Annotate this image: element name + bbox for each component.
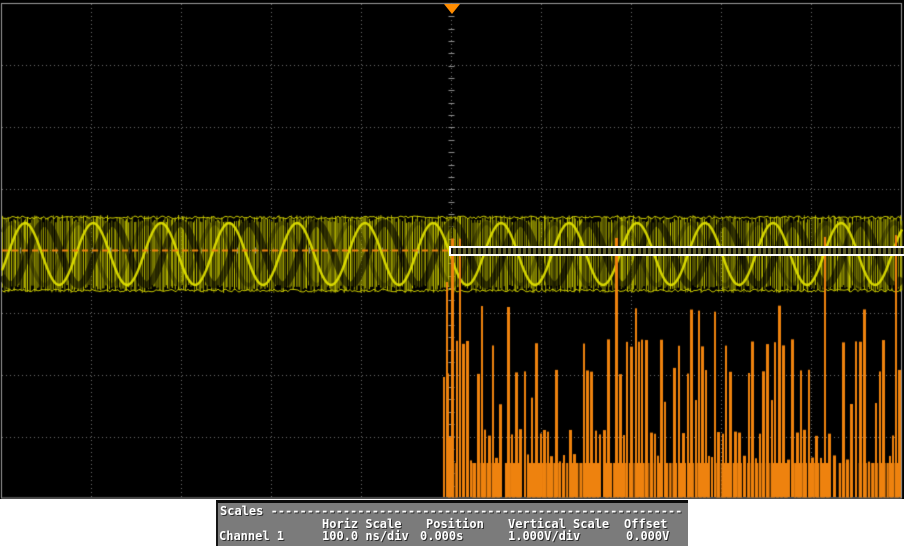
channel-horiz-scale-value: 100.0 ns/div [322, 529, 409, 543]
oscilloscope-display [0, 0, 904, 499]
channel-label: Channel 1 [219, 529, 285, 543]
channel-position-value: 0.000s [420, 529, 464, 543]
digital-trace-band [449, 246, 904, 256]
scales-panel: Scales ---------------------------------… [216, 500, 688, 546]
channel-offset-value: 0.000V [626, 529, 670, 543]
trigger-position-marker[interactable] [444, 4, 460, 14]
channel-vertical-scale-value: 1.000V/div [508, 529, 581, 543]
scales-panel-title: Scales ---------------------------------… [220, 504, 683, 518]
